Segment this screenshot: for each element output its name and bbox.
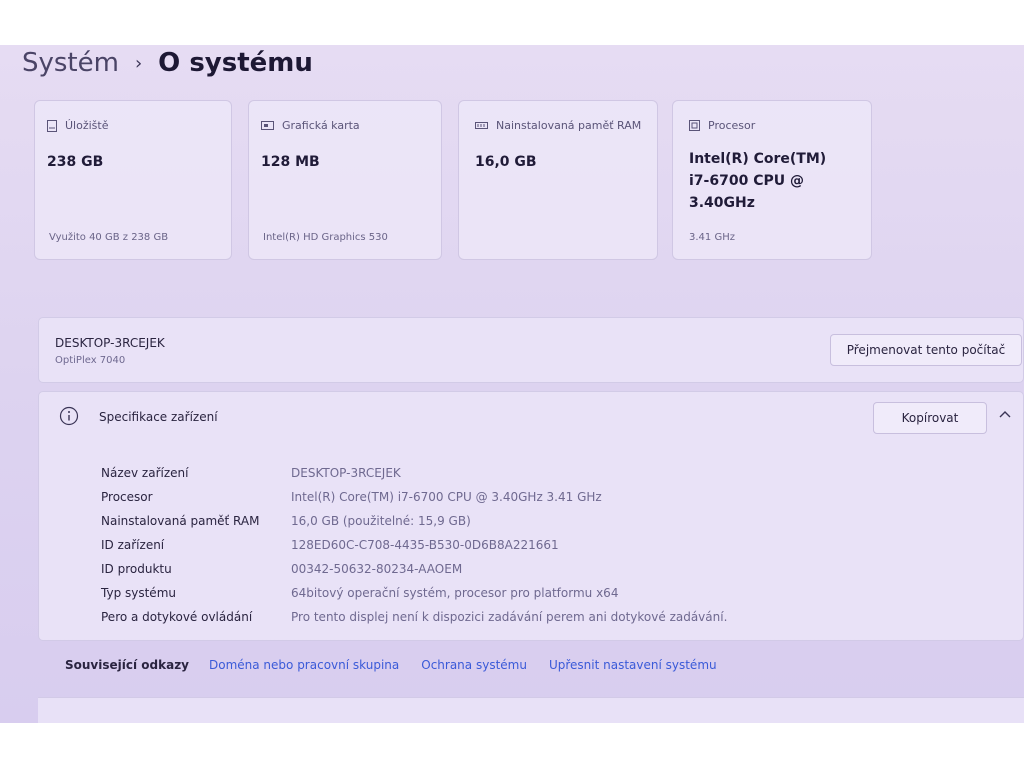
processor-card[interactable]: Procesor Intel(R) Core(TM) i7-6700 CPU @… xyxy=(672,100,872,260)
spec-label: Procesor xyxy=(101,490,153,504)
spec-value: DESKTOP-3RCEJEK xyxy=(291,466,401,480)
spec-label: Pero a dotykové ovládání xyxy=(101,610,253,624)
graphics-card-value: 128 MB xyxy=(261,154,320,170)
breadcrumb: Systém › O systému xyxy=(22,45,313,81)
copy-button[interactable]: Kopírovat xyxy=(873,402,987,434)
rename-pc-button[interactable]: Přejmenovat tento počítač xyxy=(830,334,1022,366)
ram-card-label: Nainstalovaná paměť RAM xyxy=(496,119,642,132)
device-specs-title: Specifikace zařízení xyxy=(99,410,218,424)
processor-value-line-1: Intel(R) Core(TM) xyxy=(689,151,827,167)
storage-card[interactable]: Úložiště 238 GB Využito 40 GB z 238 GB xyxy=(34,100,232,260)
processor-value-line-3: 3.40GHz xyxy=(689,195,755,211)
spec-label: ID zařízení xyxy=(101,538,165,552)
ram-card-value: 16,0 GB xyxy=(475,154,537,170)
spec-label: Typ systému xyxy=(101,586,176,600)
graphics-card-label: Grafická karta xyxy=(282,119,360,132)
spec-label: Název zařízení xyxy=(101,466,189,480)
spec-label: ID produktu xyxy=(101,562,172,576)
chevron-up-icon[interactable] xyxy=(997,406,1013,422)
device-specs-panel: Specifikace zařízení Kopírovat Název zař… xyxy=(38,391,1024,641)
spec-value: Intel(R) Core(TM) i7-6700 CPU @ 3.40GHz … xyxy=(291,490,602,504)
storage-icon xyxy=(47,119,57,132)
spec-value: 00342-50632-80234-AAOEM xyxy=(291,562,463,576)
related-links: Související odkazy Doména nebo pracovní … xyxy=(65,658,739,672)
storage-card-sub: Využito 40 GB z 238 GB xyxy=(49,232,169,243)
processor-icon xyxy=(689,120,700,131)
settings-window: Systém › O systému Úložiště 238 GB Využi… xyxy=(0,45,1024,723)
processor-value-line-2: i7-6700 CPU @ xyxy=(689,173,804,189)
spec-value: 64bitový operační systém, procesor pro p… xyxy=(291,586,619,600)
processor-card-label: Procesor xyxy=(708,119,756,132)
graphics-card[interactable]: Grafická karta 128 MB Intel(R) HD Graphi… xyxy=(248,100,442,260)
processor-card-value: Intel(R) Core(TM) i7-6700 CPU @ 3.40GHz xyxy=(689,148,826,214)
processor-card-sub: 3.41 GHz xyxy=(689,232,735,243)
ram-card[interactable]: Nainstalovaná paměť RAM 16,0 GB xyxy=(458,100,658,260)
device-name: DESKTOP-3RCEJEK xyxy=(55,336,165,350)
storage-card-label: Úložiště xyxy=(65,119,109,132)
info-icon xyxy=(59,406,79,426)
bottom-panel xyxy=(38,697,1024,723)
page-title: O systému xyxy=(158,48,313,78)
link-domain-workgroup[interactable]: Doména nebo pracovní skupina xyxy=(209,658,399,672)
spec-value: Pro tento displej není k dispozici zadáv… xyxy=(291,610,728,624)
storage-card-value: 238 GB xyxy=(47,154,104,170)
spec-value: 128ED60C-C708-4435-B530-0D6B8A221661 xyxy=(291,538,559,552)
graphics-card-sub: Intel(R) HD Graphics 530 xyxy=(263,232,388,243)
spec-label: Nainstalovaná paměť RAM xyxy=(101,514,260,528)
breadcrumb-separator-icon: › xyxy=(134,52,143,74)
spec-value: 16,0 GB (použitelné: 15,9 GB) xyxy=(291,514,471,528)
device-name-panel: DESKTOP-3RCEJEK OptiPlex 7040 Přejmenova… xyxy=(38,317,1024,383)
link-system-protection[interactable]: Ochrana systému xyxy=(421,658,527,672)
device-model: OptiPlex 7040 xyxy=(55,355,126,366)
link-advanced-system-settings[interactable]: Upřesnit nastavení systému xyxy=(549,658,717,672)
breadcrumb-parent[interactable]: Systém xyxy=(22,48,119,78)
ram-icon xyxy=(475,121,488,129)
graphics-card-icon xyxy=(261,120,274,130)
related-links-title: Související odkazy xyxy=(65,658,189,672)
